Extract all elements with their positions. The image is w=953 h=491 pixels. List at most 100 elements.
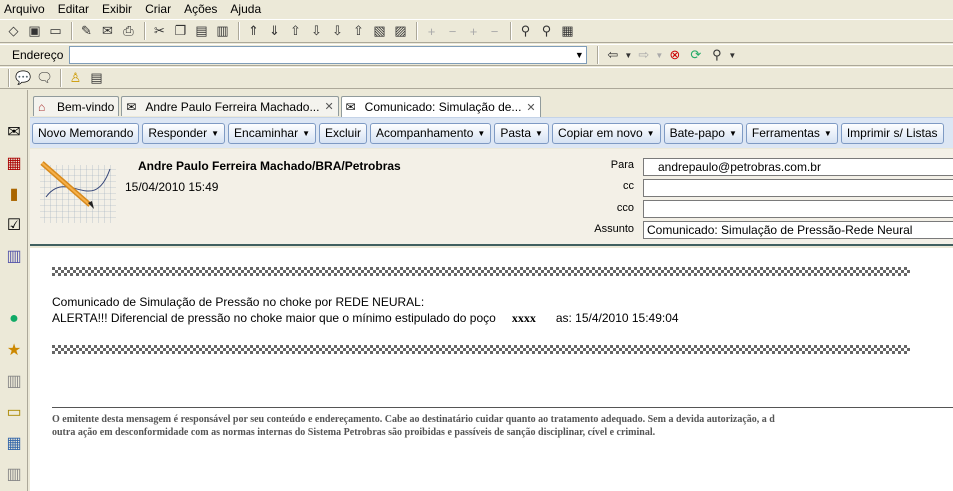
search-dropdown-icon[interactable]: ▼ [728, 46, 736, 64]
separator-line [52, 345, 910, 354]
forward-dropdown-icon[interactable]: ▼ [655, 46, 663, 64]
arrow-top-icon[interactable]: ⇑ [244, 22, 263, 40]
tab-bem-vindo[interactable]: ⌂ Bem-vindo [33, 96, 120, 116]
tab-inbox[interactable]: ✉ Andre Paulo Ferreira Machado... ✕ [121, 96, 339, 116]
forward-icon[interactable]: ⇨ [634, 46, 653, 64]
expand-all-icon[interactable]: + [464, 22, 483, 40]
address-book-icon[interactable]: ▮ [2, 182, 26, 206]
sender-name: Andre Paulo Ferreira Machado/BRA/Petrobr… [138, 159, 401, 173]
collapse-icon[interactable]: − [443, 22, 462, 40]
subject-label: Assunto [594, 223, 634, 235]
sametime-icon[interactable]: ● [2, 307, 26, 331]
collapse-all-icon[interactable]: − [485, 22, 504, 40]
print-preview-icon[interactable]: ▦ [558, 22, 577, 40]
follow-up-button[interactable]: Acompanhamento ▼ [370, 122, 492, 144]
reply-button[interactable]: Responder ▼ [142, 122, 226, 144]
button-label: Novo Memorando [38, 126, 134, 140]
address-input[interactable]: ▼ [69, 46, 588, 64]
tab-memo[interactable]: ✉ Comunicado: Simulação de... ✕ [340, 96, 541, 117]
stop-icon[interactable]: ⊗ [665, 46, 684, 64]
chat-bubble-icon[interactable]: 💬 [14, 69, 33, 87]
close-icon[interactable]: ✕ [526, 101, 535, 114]
caret-down-icon: ▼ [535, 128, 543, 138]
copy-link-icon[interactable]: ▥ [213, 22, 232, 40]
print-icon[interactable]: ⎙ [119, 22, 138, 40]
menu-exibir[interactable]: Exibir [102, 2, 132, 16]
binoculars-icon[interactable]: ⚲ [516, 22, 535, 40]
button-label: Pasta [500, 126, 532, 140]
menu-arquivo[interactable]: Arquivo [4, 2, 45, 16]
chat-button[interactable]: Bate-papo ▼ [663, 122, 743, 144]
menu-ajuda[interactable]: Ajuda [230, 2, 261, 16]
person-icon[interactable]: ♙ [66, 69, 85, 87]
back-icon[interactable]: ⇦ [603, 46, 622, 64]
bcc-label: cco [616, 202, 634, 214]
toolbar-divider [238, 22, 240, 40]
refresh-icon[interactable]: ⟳ [686, 46, 705, 64]
send-mail-icon[interactable]: ✉ [98, 22, 117, 40]
open-list-icon[interactable]: ◇ [4, 22, 23, 40]
caret-down-icon: ▼ [728, 128, 737, 138]
replicator-icon[interactable]: ▥ [2, 244, 26, 268]
folder-icon[interactable]: ▭ [2, 400, 26, 424]
server-icon[interactable]: ▦ [2, 431, 26, 455]
paste-icon[interactable]: ▤ [192, 22, 211, 40]
mail-icon[interactable]: ✉ [2, 120, 26, 144]
folder-button[interactable]: Pasta ▼ [494, 122, 549, 144]
menu-acoes[interactable]: Ações [184, 2, 217, 16]
expand-icon[interactable]: + [422, 22, 441, 40]
button-label: Acompanhamento [376, 126, 474, 140]
cut-icon[interactable]: ✂ [150, 22, 169, 40]
caret-down-icon: ▼ [477, 128, 486, 138]
subject-field[interactable]: Comunicado: Simulação de Pressão-Rede Ne… [643, 221, 953, 239]
applications-icon[interactable]: ▥ [2, 462, 26, 486]
to-field[interactable]: andrepaulo@petrobras.com.br [643, 158, 953, 176]
forward-button[interactable]: Encaminhar ▼ [228, 122, 316, 144]
chat-group-icon[interactable]: 🗨 [35, 69, 54, 87]
arrow-down-icon[interactable]: ⇩ [307, 22, 326, 40]
tools-button[interactable]: Ferramentas ▼ [745, 122, 838, 144]
main-toolbar: ◇ ▣ ▭ ✎ ✉ ⎙ ✂ ❐ ▤ ▥ ⇑ ⇓ ⇧ ⇩ ⇩ ⇧ ▧ ▨ + − … [0, 19, 953, 43]
next-unread-icon[interactable]: ⇩ [328, 22, 347, 40]
databases-icon[interactable]: ▥ [2, 369, 26, 393]
copy-icon[interactable]: ❐ [171, 22, 190, 40]
home-icon: ⌂ [38, 99, 46, 114]
edit-icon[interactable]: ✎ [77, 22, 96, 40]
open-folder-icon[interactable]: ▭ [46, 22, 65, 40]
calendar-icon[interactable]: ▦ [2, 151, 26, 175]
notepad-icon[interactable]: ▤ [87, 69, 106, 87]
tab-label: Andre Paulo Ferreira Machado... [145, 99, 320, 114]
arrow-up-icon[interactable]: ⇧ [286, 22, 305, 40]
bcc-field[interactable] [643, 200, 953, 218]
tab-label: Bem-vindo [57, 99, 115, 114]
disclaimer-divider [52, 407, 953, 408]
bookmark-bar: ✉ ▦ ▮ ☑ ▥ ● ★ ▥ ▭ ▦ ▥ [0, 90, 28, 491]
refresh-view-icon[interactable]: ▨ [391, 22, 410, 40]
new-memo-button[interactable]: Novo Memorando [32, 122, 140, 144]
button-label: Ferramentas [751, 126, 820, 140]
print-no-lists-button[interactable]: Imprimir s/ Listas [840, 122, 944, 144]
caret-down-icon: ▼ [823, 128, 832, 138]
favorites-icon[interactable]: ★ [2, 338, 26, 362]
prev-unread-icon[interactable]: ⇧ [349, 22, 368, 40]
save-icon[interactable]: ▣ [25, 22, 44, 40]
disclaimer-line-2: outra ação em desconformidade com as nor… [52, 427, 656, 438]
toolbar-divider [416, 22, 418, 40]
menu-criar[interactable]: Criar [145, 2, 171, 16]
delete-button[interactable]: Excluir [318, 122, 367, 144]
arrow-bottom-icon[interactable]: ⇓ [265, 22, 284, 40]
search-icon[interactable]: ⚲ [537, 22, 556, 40]
close-icon[interactable]: ✕ [324, 100, 333, 113]
chevron-down-icon[interactable]: ▼ [572, 47, 586, 63]
show-in-folder-icon[interactable]: ▧ [370, 22, 389, 40]
menu-editar[interactable]: Editar [58, 2, 89, 16]
toolbar-divider [71, 22, 73, 40]
todo-icon[interactable]: ☑ [2, 213, 26, 237]
cc-field[interactable] [643, 179, 953, 197]
disclaimer-line-1: O emitente desta mensagem é responsável … [52, 414, 775, 425]
memo-body[interactable]: Comunicado de Simulação de Pressão no ch… [30, 248, 953, 491]
zoom-search-icon[interactable]: ⚲ [707, 46, 726, 64]
copy-into-new-button[interactable]: Copiar em novo ▼ [551, 122, 661, 144]
back-dropdown-icon[interactable]: ▼ [624, 46, 632, 64]
toolbar-divider [597, 46, 600, 64]
